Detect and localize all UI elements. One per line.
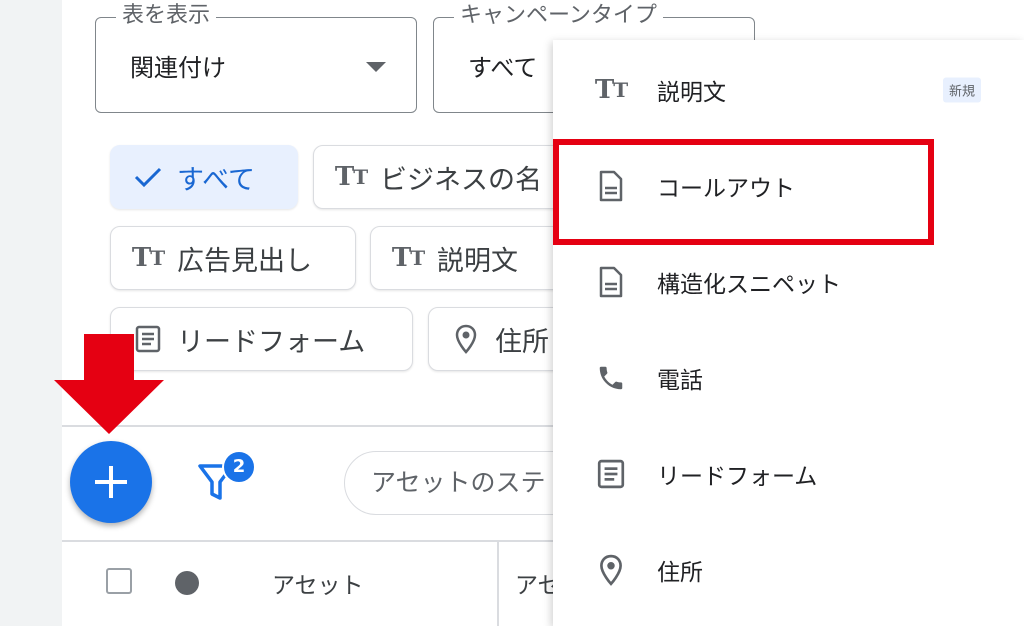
menu-item-phone[interactable]: 電話 <box>553 330 1024 426</box>
column-header-asset[interactable]: アセット <box>272 566 364 600</box>
chip-description-label: 説明文 <box>437 245 518 277</box>
table-view-label: 表を表示 <box>116 4 217 28</box>
menu-item-label: リードフォーム <box>657 464 818 490</box>
chip-all[interactable]: すべて <box>110 145 298 209</box>
text-fields-icon: TT <box>131 243 165 273</box>
menu-item-label: 電話 <box>657 368 703 394</box>
menu-item-lead-form[interactable]: リードフォーム <box>553 426 1024 522</box>
location-pin-icon <box>449 324 483 354</box>
table-view-value: 関連付け <box>130 54 226 82</box>
filter-count-badge: 2 <box>222 450 256 484</box>
asset-type-menu: TT 説明文 新規 コールアウト 構造化スニペット 電話 リードフォーム 住所 <box>553 40 1024 626</box>
chip-headline[interactable]: TT 広告見出し <box>110 226 356 290</box>
document-icon <box>591 262 631 302</box>
chip-headline-label: 広告見出し <box>177 245 312 277</box>
campaign-type-value: すべて <box>468 54 538 82</box>
menu-item-address[interactable]: 住所 <box>553 522 1024 618</box>
menu-item-label: 説明文 <box>657 80 726 106</box>
location-pin-icon <box>591 550 631 590</box>
chip-all-label: すべて <box>177 164 256 196</box>
select-all-checkbox[interactable] <box>106 568 132 594</box>
caret-down-icon <box>366 62 386 72</box>
campaign-type-label: キャンペーンタイプ <box>454 4 663 28</box>
text-fields-icon: TT <box>594 75 628 105</box>
table-view-select[interactable]: 表を表示 関連付け <box>95 4 417 113</box>
chip-address-label: 住所 <box>495 326 549 358</box>
filter-button[interactable]: 2 <box>196 450 256 502</box>
menu-item-label: 住所 <box>657 560 703 586</box>
check-icon <box>131 166 165 188</box>
status-dot-icon <box>175 571 199 595</box>
text-fields-icon: TT <box>334 162 368 192</box>
text-fields-icon: TT <box>391 243 425 273</box>
search-placeholder: アセットのステ <box>371 468 546 497</box>
menu-item-label: 構造化スニペット <box>657 272 841 298</box>
chip-business-name[interactable]: TT ビジネスの名 <box>313 145 573 209</box>
plus-icon <box>95 466 127 498</box>
column-divider <box>497 542 499 626</box>
chip-description[interactable]: TT 説明文 <box>370 226 570 290</box>
menu-item-description[interactable]: TT 説明文 新規 <box>553 42 1024 138</box>
phone-icon <box>591 358 631 398</box>
left-sidebar-strip <box>0 0 62 626</box>
new-badge: 新規 <box>943 77 982 103</box>
annotation-arrow-icon <box>52 334 166 438</box>
menu-item-structured-snippet[interactable]: 構造化スニペット <box>553 234 1024 330</box>
annotation-highlight-box <box>553 139 934 245</box>
add-asset-button[interactable] <box>70 441 152 523</box>
list-form-icon <box>591 454 631 494</box>
chip-business-name-label: ビジネスの名 <box>380 164 542 196</box>
chip-lead-form-label: リードフォーム <box>177 326 366 358</box>
